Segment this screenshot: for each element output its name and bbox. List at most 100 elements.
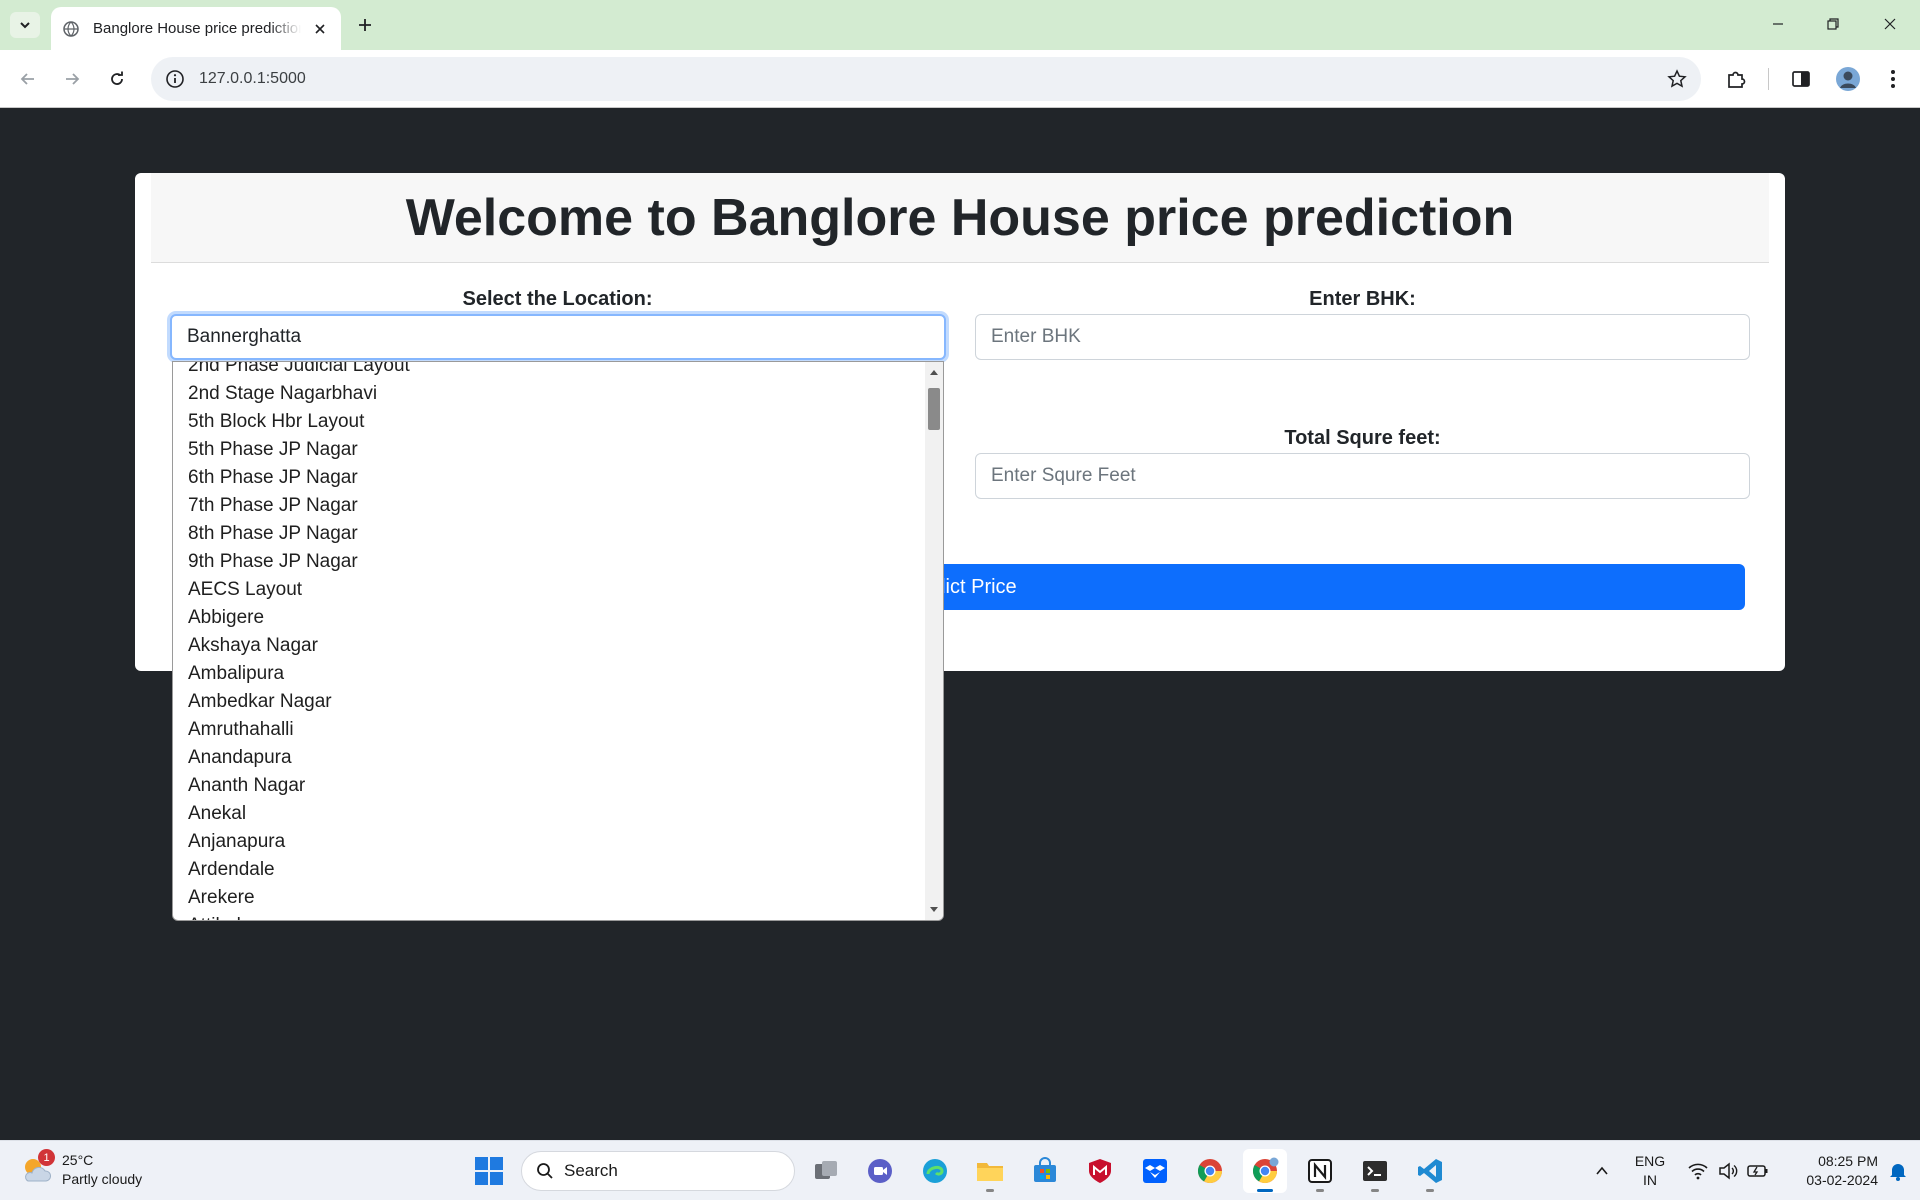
language-code: ENG [1634,1153,1666,1169]
location-option[interactable]: Attibele [173,912,925,920]
chat-app-icon[interactable] [858,1149,902,1193]
close-window-button[interactable] [1862,6,1918,42]
chrome-icon[interactable] [1188,1149,1232,1193]
notion-icon[interactable] [1298,1149,1342,1193]
bookmark-star-icon[interactable] [1663,65,1691,93]
more-menu-icon[interactable] [1877,63,1909,95]
scroll-up-icon[interactable] [925,364,943,380]
tab-search-button[interactable] [10,12,40,38]
location-option[interactable]: Amruthahalli [173,716,925,744]
address-bar[interactable]: 127.0.0.1:5000 [151,57,1701,101]
forward-button[interactable] [55,62,89,96]
dropdown-scrollbar[interactable] [925,362,943,920]
tab-title: Banglore House price prediction [93,20,301,37]
reload-button[interactable] [100,62,134,96]
profile-avatar[interactable] [1832,63,1864,95]
reload-icon [111,71,123,85]
running-indicator [1316,1189,1324,1192]
clock-date: 03-02-2024 [1806,1172,1878,1188]
page-title: Welcome to Banglore House price predicti… [405,188,1515,247]
running-indicator [1426,1189,1434,1192]
chevron-down-icon [20,22,30,29]
arrow-left-icon [20,73,34,85]
location-select[interactable]: Bannerghatta [170,314,946,360]
file-explorer-icon[interactable] [968,1149,1012,1193]
clock-time: 08:25 PM [1818,1153,1878,1169]
location-option[interactable]: Arekere [173,884,925,912]
search-label: Search [564,1161,618,1180]
vscode-icon[interactable] [1408,1149,1452,1193]
site-info-icon[interactable] [155,59,195,99]
mcafee-icon[interactable] [1078,1149,1122,1193]
edge-browser-icon[interactable] [913,1149,957,1193]
location-option[interactable]: AECS Layout [173,576,925,604]
plus-icon [359,19,371,31]
battery-icon[interactable] [1740,1149,1776,1193]
browser-tab[interactable]: Banglore House price prediction [51,7,341,50]
minimize-button[interactable] [1750,6,1806,42]
store-icon[interactable] [1023,1149,1067,1193]
extensions-icon[interactable] [1720,63,1752,95]
taskbar-search[interactable]: Search [521,1151,795,1191]
browser-toolbar: 127.0.0.1:5000 [0,50,1920,108]
sqft-input[interactable] [975,453,1750,499]
location-option[interactable]: Anjanapura [173,828,925,856]
location-option[interactable]: 7th Phase JP Nagar [173,492,925,520]
notification-bell-icon[interactable] [1882,1149,1914,1193]
search-icon [537,1163,553,1179]
bhk-label: Enter BHK: [1309,288,1416,310]
scroll-down-icon[interactable] [925,902,943,918]
region-code: IN [1643,1172,1657,1188]
toolbar-separator [1768,68,1769,90]
scrollbar-thumb[interactable] [928,388,940,430]
close-icon [1884,18,1896,30]
card-header: Welcome to Banglore House price predicti… [151,173,1769,263]
terminal-icon[interactable] [1353,1149,1397,1193]
location-option[interactable]: Ambalipura [173,660,925,688]
dropbox-icon[interactable] [1133,1149,1177,1193]
location-option[interactable]: 8th Phase JP Nagar [173,520,925,548]
new-tab-button[interactable] [350,12,380,38]
restore-icon [1827,18,1839,30]
running-indicator [986,1189,994,1192]
location-selected-value: Bannerghatta [187,326,302,347]
start-button[interactable] [467,1149,511,1193]
taskbar: 1 25°C Partly cloudy Search ENG IN 08:25… [0,1140,1920,1200]
sqft-label: Total Squre feet: [1284,427,1441,449]
weather-temperature: 25°C [62,1152,94,1168]
location-option[interactable]: Ananth Nagar [173,772,925,800]
show-hidden-icons-chevron-up-icon[interactable] [1580,1149,1624,1193]
location-option[interactable]: 5th Block Hbr Layout [173,408,925,436]
location-option[interactable]: 2nd Phase Judicial Layout [173,362,925,380]
weather-badge: 1 [38,1149,55,1166]
chrome-profile-icon[interactable] [1243,1149,1287,1193]
location-dropdown-list[interactable]: 2nd Phase Judicial Layout 2nd Stage Nagar… [172,361,944,921]
active-indicator [1257,1189,1273,1192]
location-option[interactable]: Akshaya Nagar [173,632,925,660]
location-option[interactable]: 6th Phase JP Nagar [173,464,925,492]
language-indicator[interactable]: ENG IN [1628,1152,1672,1190]
restore-button[interactable] [1805,6,1861,42]
location-option[interactable]: Anandapura [173,744,925,772]
minimize-icon [1773,23,1783,25]
location-option[interactable]: Ardendale [173,856,925,884]
back-button[interactable] [11,62,45,96]
clock[interactable]: 08:25 PM 03-02-2024 [1782,1152,1878,1190]
weather-widget[interactable]: 1 25°C Partly cloudy [20,1149,142,1189]
windows-logo-icon [475,1157,503,1185]
bhk-input[interactable] [975,314,1750,360]
location-option[interactable]: Anekal [173,800,925,828]
task-view-icon[interactable] [804,1149,848,1193]
location-option[interactable]: 2nd Stage Nagarbhavi [173,380,925,408]
running-indicator [1371,1189,1379,1192]
location-option[interactable]: 9th Phase JP Nagar [173,548,925,576]
url-text: 127.0.0.1:5000 [199,70,306,87]
location-option[interactable]: 5th Phase JP Nagar [173,436,925,464]
location-option[interactable]: Ambedkar Nagar [173,688,925,716]
globe-icon [63,20,79,37]
location-option[interactable]: Abbigere [173,604,925,632]
close-tab-icon[interactable] [311,20,329,38]
side-panel-icon[interactable] [1785,63,1817,95]
partly-cloudy-icon: 1 [20,1149,55,1187]
location-label: Select the Location: [462,288,653,310]
